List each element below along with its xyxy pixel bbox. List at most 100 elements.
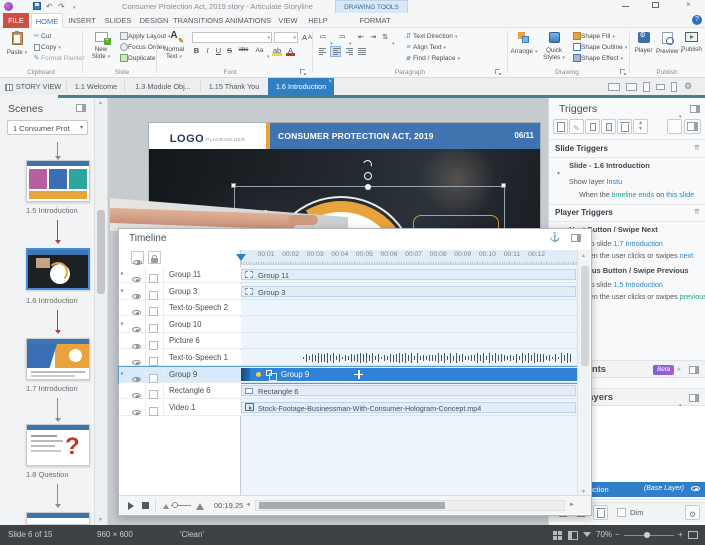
row-checkbox[interactable] <box>149 340 158 350</box>
scroll-up-icon[interactable]: ▲ <box>581 253 586 259</box>
align-center-button[interactable] <box>330 46 341 57</box>
zoom-slider-knob[interactable] <box>644 532 650 538</box>
slide-thumbnail-1-6[interactable] <box>26 248 90 290</box>
close-button[interactable]: × <box>686 0 691 9</box>
visibility-eye-icon[interactable] <box>132 360 141 366</box>
timeline-vscrollbar[interactable]: ▲ ▼ <box>577 250 590 498</box>
expand-row-icon[interactable] <box>121 270 124 277</box>
show-all-eye-button[interactable] <box>131 251 144 265</box>
tab-slides[interactable]: SLIDES <box>101 13 135 28</box>
tab-story-view[interactable]: STORY VIEW <box>2 78 64 95</box>
copy-trigger-button[interactable] <box>585 119 600 134</box>
redo-icon[interactable] <box>58 0 65 13</box>
desktop-preview-icon[interactable] <box>608 83 620 91</box>
trigger-order-spinner[interactable]: ▲ ▼ <box>633 119 648 134</box>
tablet-portrait-preview-icon[interactable] <box>643 82 650 92</box>
tab-design[interactable]: DESIGN <box>137 13 171 28</box>
copy-button[interactable]: Copy <box>32 42 61 53</box>
italic-button[interactable]: I <box>203 45 212 56</box>
fit-to-window-icon[interactable] <box>688 531 698 539</box>
layers-panel-icon[interactable] <box>689 394 699 402</box>
slide-thumbnail-partial[interactable] <box>26 512 90 525</box>
close-tab-icon[interactable]: × <box>328 78 332 86</box>
scroll-right-icon[interactable]: ► <box>569 500 575 510</box>
zoom-percentage[interactable]: 70% <box>596 525 612 545</box>
visibility-eye-icon[interactable] <box>132 393 141 399</box>
shape-outline-button[interactable]: Shape Outline <box>572 42 627 53</box>
selected-timeline-bar[interactable]: Group 9 <box>241 367 577 381</box>
tab-1-15-thank-you[interactable]: 1.15 Thank You <box>204 78 264 95</box>
timeline-row-video-1[interactable]: Video 1 Stock-Footage-Businessman-With-C… <box>119 399 578 417</box>
paste-trigger-button[interactable] <box>601 119 616 134</box>
selection-center-handle[interactable] <box>365 184 371 190</box>
tab-help[interactable]: HELP <box>304 13 332 28</box>
timeline-row-picture-6[interactable]: Picture 6 <box>119 333 578 350</box>
timeline-panel-icon[interactable] <box>571 234 581 242</box>
anchor-icon[interactable]: ⚓ <box>549 232 560 243</box>
layer-visibility-eye-icon[interactable] <box>691 486 700 491</box>
font-size-combo[interactable] <box>274 32 298 43</box>
triggers-panel-icon[interactable] <box>690 105 700 113</box>
scenes-scrollbar-thumb[interactable] <box>97 210 105 294</box>
drawing-dialog-launcher-icon[interactable] <box>620 69 626 75</box>
duplicate-button[interactable]: Duplicate <box>119 53 156 64</box>
zoom-in-icon[interactable] <box>196 503 204 510</box>
row-checkbox[interactable] <box>149 373 158 383</box>
bold-button[interactable]: B <box>192 45 201 56</box>
row-checkbox[interactable] <box>149 274 158 284</box>
comments-panel-icon[interactable] <box>689 366 699 374</box>
subscript-button[interactable]: abc <box>236 45 251 56</box>
paragraph-dialog-launcher-icon[interactable] <box>495 69 501 75</box>
tab-animations[interactable]: ANIMATIONS <box>224 13 272 28</box>
expand-trigger-group-icon[interactable] <box>557 162 560 180</box>
timeline-bar[interactable]: Group 11 <box>241 269 576 280</box>
timeline-row-rectangle-6[interactable]: Rectangle 6 Rectangle 6 <box>119 383 578 400</box>
tab-home[interactable]: HOME <box>31 13 63 28</box>
format-painter-button[interactable]: ✎ Format Painter <box>32 53 85 64</box>
stop-button[interactable] <box>142 502 149 509</box>
row-checkbox[interactable] <box>149 390 158 400</box>
find-replace-button[interactable]: ⌀ Find / Replace <box>404 53 460 64</box>
expand-row-icon[interactable] <box>121 370 124 377</box>
timeline-row-tts-1[interactable]: Text-to-Speech 1 <box>119 350 578 367</box>
trigger-wizard-button[interactable] <box>684 119 701 134</box>
timeline-row-group-3[interactable]: Group 3 Group 3 <box>119 283 578 300</box>
slide-thumbnail-label[interactable]: 1.6 Introduction <box>26 296 78 305</box>
new-slide-button[interactable]: New Slide <box>86 30 116 70</box>
quick-access-dropdown-icon[interactable] <box>71 0 76 13</box>
playhead-marker[interactable] <box>236 254 246 261</box>
visibility-eye-icon[interactable] <box>132 343 141 349</box>
timeline-zoom-knob[interactable] <box>172 502 178 508</box>
tab-1-6-introduction[interactable]: 1.6 Introduction × <box>268 78 334 95</box>
timeline-ruler[interactable]: 00:01 00:02 00:03 00:04 00:05 00:06 00:0… <box>241 250 578 265</box>
zoom-out-icon[interactable] <box>163 504 169 509</box>
tab-1-1-welcome[interactable]: 1.1 Welcome <box>70 78 122 95</box>
publish-button[interactable]: Publish <box>680 30 703 70</box>
minimize-button[interactable] <box>622 6 629 7</box>
tab-view[interactable]: VIEW <box>274 13 302 28</box>
quick-styles-button[interactable]: Quick Styles <box>540 30 568 70</box>
new-trigger-button[interactable] <box>553 119 568 134</box>
scenes-scrollbar[interactable]: ▲ ▼ <box>95 98 108 525</box>
player-button[interactable]: Player <box>632 30 655 70</box>
focus-order-button[interactable]: Focus Order <box>119 42 165 53</box>
timeline-hscrollbar[interactable] <box>255 500 565 511</box>
row-checkbox[interactable] <box>149 357 158 367</box>
text-direction-button[interactable]: ⇵ Text Direction <box>404 31 458 42</box>
visibility-eye-icon[interactable] <box>132 277 141 283</box>
visibility-eye-icon[interactable] <box>132 310 141 316</box>
lock-all-button[interactable] <box>148 251 161 264</box>
delete-trigger-button[interactable] <box>617 119 632 134</box>
normal-text-button[interactable]: A Normal Text <box>159 30 189 70</box>
dim-checkbox[interactable] <box>617 508 626 517</box>
audio-waveform[interactable] <box>303 352 576 364</box>
row-checkbox[interactable] <box>149 407 158 417</box>
font-name-combo[interactable] <box>192 32 272 43</box>
paste-button[interactable]: Paste <box>3 30 31 70</box>
expand-row-icon[interactable] <box>121 320 124 327</box>
save-icon[interactable] <box>33 2 41 10</box>
increase-indent-button[interactable]: ⇥ <box>368 32 378 43</box>
restore-button[interactable] <box>652 2 659 8</box>
collapse-section-icon[interactable]: ⇈ <box>694 144 700 152</box>
visibility-eye-icon[interactable] <box>132 410 141 416</box>
